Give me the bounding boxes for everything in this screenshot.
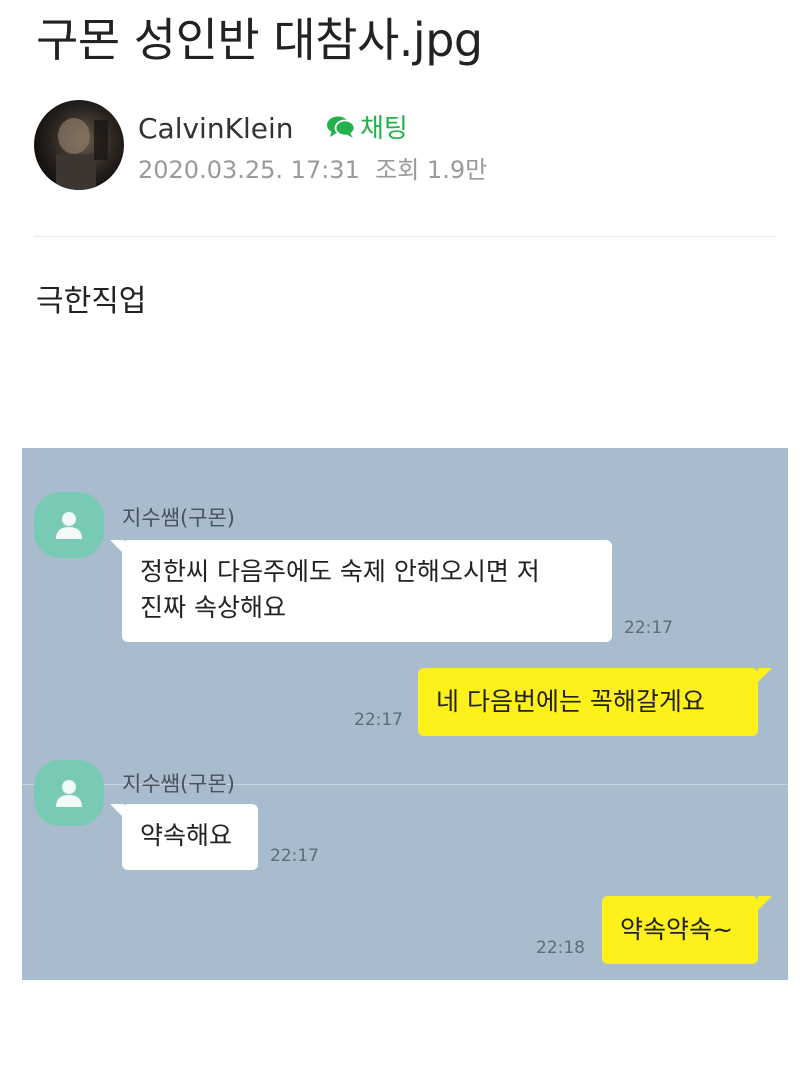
bubble-tail [758, 896, 772, 910]
sender-profile-picture[interactable] [34, 492, 104, 558]
message-line: 네 다음번에는 꼭해갈게요 [436, 687, 705, 716]
chat-screenshot: 지수쌤(구몬) 정한씨 다음주에도 숙제 안해오시면 저 진짜 속상해요 22:… [22, 448, 788, 980]
message-bubble[interactable]: 약속해요 [122, 804, 258, 870]
message-bubble[interactable]: 정한씨 다음주에도 숙제 안해오시면 저 진짜 속상해요 [122, 540, 612, 642]
header-divider [34, 236, 776, 237]
bubble-tail [758, 668, 772, 682]
message-time: 22:17 [354, 710, 403, 730]
post-title: 구몬 성인반 대참사.jpg [36, 13, 483, 67]
message-line: 정한씨 다음주에도 숙제 안해오시면 저 [140, 557, 540, 586]
message-line: 약속약속~ [620, 915, 733, 944]
message-time: 22:18 [536, 938, 585, 958]
post-meta: 2020.03.25. 17:31 조회 1.9만 [138, 150, 487, 185]
avatar-image [34, 100, 124, 190]
chat-button[interactable]: 채팅 [326, 108, 408, 145]
post-date: 2020.03.25. 17:31 [138, 156, 360, 184]
author-name[interactable]: CalvinKlein [138, 112, 293, 145]
sender-profile-picture[interactable] [34, 760, 104, 826]
sender-name: 지수쌤(구몬) [122, 772, 235, 796]
chat-button-label: 채팅 [360, 114, 408, 144]
message-bubble[interactable]: 약속약속~ [602, 896, 758, 964]
view-count: 1.9만 [426, 156, 488, 184]
default-person-icon [56, 780, 82, 807]
message-line: 약속해요 [140, 821, 233, 850]
speech-bubble-icon [327, 116, 356, 138]
message-bubble[interactable]: 네 다음번에는 꼭해갈게요 [418, 668, 758, 736]
message-time: 22:17 [270, 846, 319, 866]
author-row: CalvinKlein 채팅 2020.03.25. 17:31 조회 1.9만 [34, 100, 774, 192]
author-avatar[interactable] [34, 100, 124, 190]
default-person-icon [56, 512, 82, 539]
post-body: 극한직업 [36, 284, 147, 319]
sender-name: 지수쌤(구몬) [122, 506, 235, 530]
message-time: 22:17 [624, 618, 673, 638]
views-label: 조회 [375, 156, 420, 184]
message-line: 진짜 속상해요 [140, 593, 286, 622]
